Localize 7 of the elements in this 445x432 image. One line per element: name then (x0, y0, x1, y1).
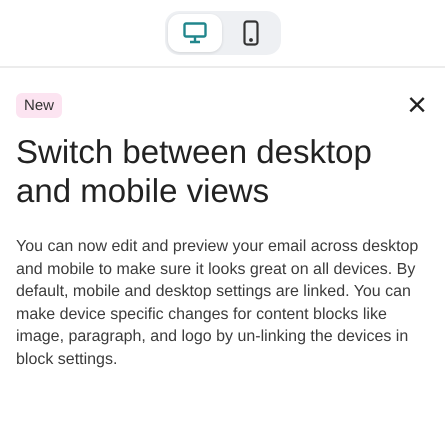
close-button[interactable]: × (405, 92, 429, 118)
new-badge: New (16, 92, 62, 118)
desktop-view-button[interactable] (168, 14, 222, 52)
mobile-phone-icon (242, 20, 258, 46)
desktop-icon (182, 22, 206, 44)
dialog-title: Switch between desktop and mobile views (16, 132, 373, 210)
description-text: You can now edit and preview your email across desktop and mobile to make sure it looks great on all devices. By default, mobile and desktop settings are linked. You can make device specific changes for content blocks like image, paragraph, and logo by un-linking the devices in block settings. (16, 237, 420, 370)
